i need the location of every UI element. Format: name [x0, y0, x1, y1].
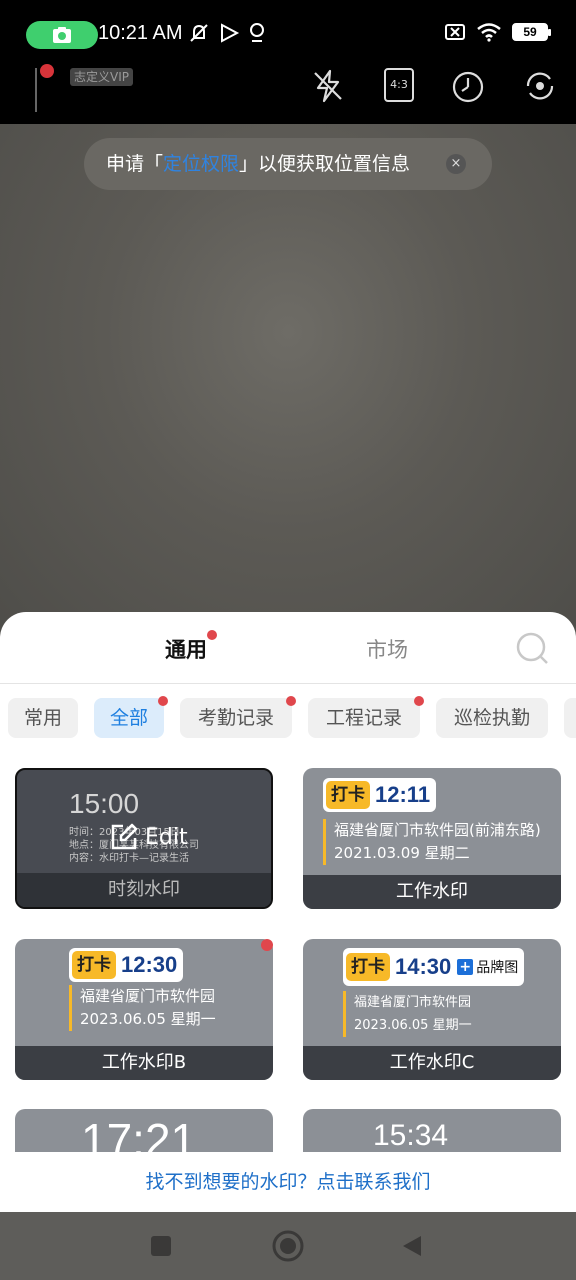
punch-tag: 打卡	[346, 953, 390, 981]
divider	[35, 68, 37, 112]
add-icon: +	[457, 959, 474, 975]
address-block: 福建省厦门市软件园 2023.06.05 星期一	[343, 991, 472, 1037]
address-text: 福建省厦门市软件园(前浦东路)	[334, 821, 541, 839]
edit-label: Edit	[145, 824, 188, 850]
watermark-card-time[interactable]: 15:00 时间：2023年03月15日 地点：厦门某某科技有限公司 内容：水印…	[15, 768, 273, 909]
camera-toolbar: 志定义VIP 4:3	[0, 54, 576, 124]
watermark-card-work-b[interactable]: 打卡 12:30 福建省厦门市软件园 2023.06.05 星期一 工作水印B	[15, 939, 273, 1080]
toast-text-suffix: 」以便获取位置信息	[239, 153, 411, 175]
date-text: 2023.06.05 星期一	[354, 1018, 472, 1033]
card-time: 15:34	[373, 1119, 449, 1152]
flash-off-icon[interactable]	[310, 68, 346, 104]
mute-icon	[190, 24, 208, 42]
wifi-icon	[477, 23, 501, 42]
punch-tag: 打卡	[72, 951, 116, 979]
chip-label: 工程记录	[325, 707, 402, 729]
clock: 10:21 AM	[98, 22, 183, 44]
notification-icons	[188, 22, 266, 44]
address-text: 福建省厦门市软件园	[354, 995, 472, 1010]
location-icon	[250, 23, 264, 42]
timer-icon[interactable]	[450, 68, 486, 104]
edit-icon	[111, 823, 138, 850]
camera-icon	[53, 27, 71, 43]
chip-engineering[interactable]: 工程记录	[308, 696, 424, 738]
sheet-tabs: 通用 市场	[0, 612, 576, 684]
chip-notification-dot	[158, 696, 168, 706]
watermark-sheet: 通用 市场 常用 全部 考勤记录 工程记录 巡检执勤 15:00 时间：2023…	[0, 612, 576, 1212]
chip-label: 考勤记录	[197, 707, 274, 729]
tab-general-label: 通用	[165, 638, 207, 662]
search-icon[interactable]	[516, 632, 550, 666]
punch-time: 12:30	[121, 952, 178, 977]
punch-badge: 打卡 12:11	[323, 778, 437, 812]
recent-apps-icon[interactable]	[150, 1235, 172, 1257]
punch-tag: 打卡	[326, 781, 370, 809]
address-block: 福建省厦门市软件园 2023.06.05 星期一	[69, 985, 216, 1031]
brand-label: 品牌图	[476, 960, 519, 976]
punch-badge: 打卡 12:30	[69, 948, 184, 982]
edit-button[interactable]: Edit	[109, 822, 188, 852]
system-icons: 59	[444, 22, 551, 42]
new-badge-dot	[261, 939, 273, 951]
camera-viewfinder[interactable]	[0, 124, 576, 644]
punch-time: 14:30	[395, 954, 452, 979]
location-permission-toast[interactable]: 申请「定位权限」以便获取位置信息 ×	[84, 138, 492, 190]
tab-notification-dot	[207, 630, 217, 640]
address-text: 福建省厦门市软件园	[80, 987, 216, 1005]
vip-badge[interactable]: 志定义VIP	[70, 68, 133, 86]
card-time: 15:00	[69, 788, 140, 819]
contact-us-link[interactable]: 找不到想要的水印？点击联系我们	[0, 1152, 576, 1212]
card-caption: 工作水印C	[303, 1046, 561, 1080]
chip-attendance[interactable]: 考勤记录	[180, 696, 296, 738]
card-caption: 工作水印	[303, 875, 561, 909]
toast-text-prefix: 申请「	[106, 153, 164, 175]
chip-notification-dot	[286, 696, 296, 706]
chip-label: 常用	[23, 707, 62, 729]
category-chips: 常用 全部 考勤记录 工程记录 巡检执勤	[0, 696, 576, 738]
chip-common[interactable]: 常用	[8, 698, 78, 738]
switch-camera-icon[interactable]	[522, 68, 558, 104]
punch-badge: 打卡 14:30 + 品牌图	[343, 948, 525, 986]
chip-label: 巡检执勤	[453, 707, 530, 729]
chip-all[interactable]: 全部	[94, 696, 168, 738]
chip-patrol[interactable]: 巡检执勤	[436, 698, 548, 738]
address-block: 福建省厦门市软件园(前浦东路) 2021.03.09 星期二	[323, 819, 541, 865]
camera-in-use-indicator[interactable]	[26, 21, 98, 49]
play-store-icon	[221, 23, 240, 43]
notification-dot	[40, 64, 54, 78]
home-icon[interactable]	[272, 1230, 304, 1262]
watermark-card-work[interactable]: 打卡 12:11 福建省厦门市软件园(前浦东路) 2021.03.09 星期二 …	[303, 768, 561, 909]
tab-general[interactable]: 通用	[165, 630, 217, 664]
card-caption: 工作水印B	[15, 1046, 273, 1080]
date-text: 2021.03.09 星期二	[334, 844, 470, 862]
system-navigation-bar	[0, 1212, 576, 1280]
sim-off-icon	[445, 24, 465, 40]
chip-notification-dot	[414, 696, 424, 706]
tab-market[interactable]: 市场	[366, 634, 408, 664]
watermark-card-work-c[interactable]: 打卡 14:30 + 品牌图 福建省厦门市软件园 2023.06.05 星期一 …	[303, 939, 561, 1080]
close-toast-button[interactable]: ×	[446, 154, 466, 174]
chip-more[interactable]	[564, 698, 576, 738]
card-line: 内容：水印打卡—记录生活	[69, 853, 189, 864]
brand-logo-placeholder: + 品牌图	[457, 957, 524, 977]
chip-label: 全部	[109, 707, 148, 729]
punch-time: 12:11	[375, 782, 431, 807]
aspect-ratio-icon[interactable]: 4:3	[384, 68, 414, 102]
battery-icon: 59	[512, 23, 551, 41]
back-icon[interactable]	[400, 1234, 424, 1258]
toast-highlight: 定位权限	[163, 153, 240, 175]
card-caption: 时刻水印	[17, 873, 271, 907]
date-text: 2023.06.05 星期一	[80, 1010, 216, 1028]
tab-market-label: 市场	[366, 638, 408, 662]
